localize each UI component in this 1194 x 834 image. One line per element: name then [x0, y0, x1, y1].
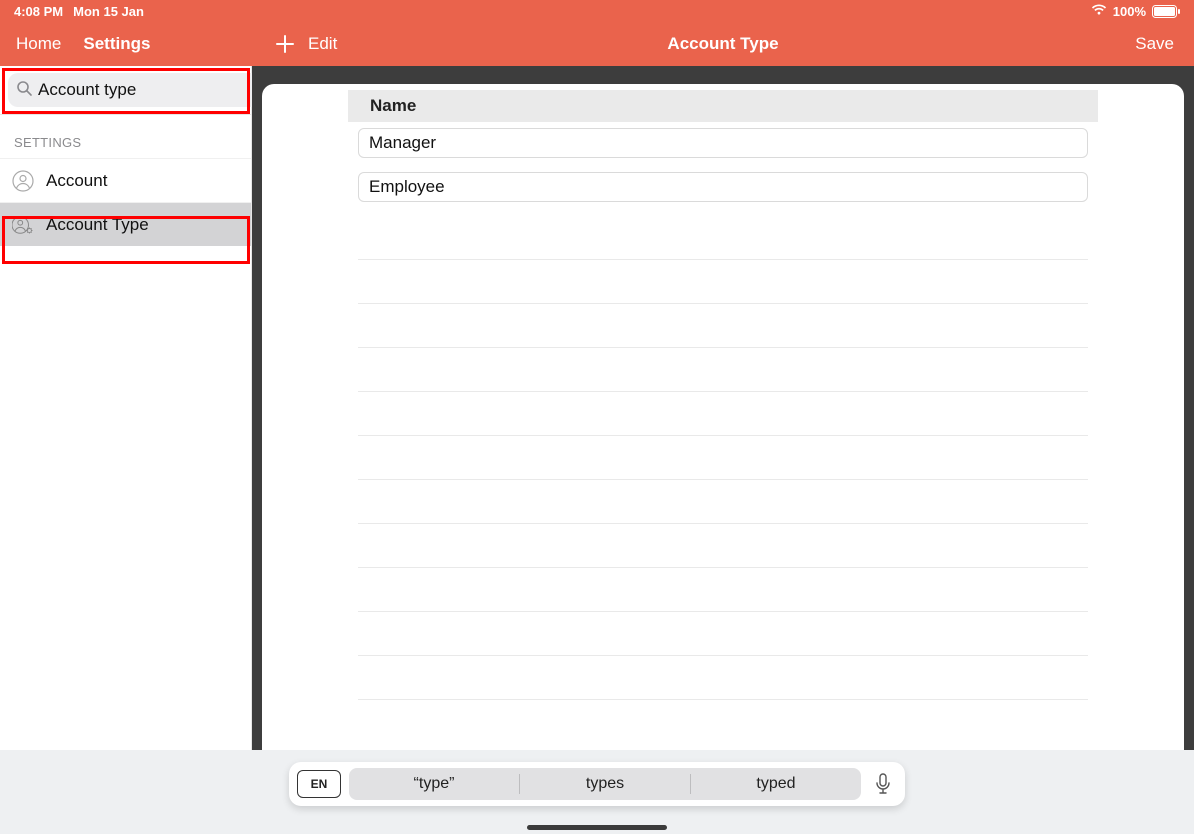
keyboard-bar: EN “type” types typed — [0, 750, 1194, 834]
account-type-row-0[interactable] — [358, 128, 1088, 158]
settings-link[interactable]: Settings — [83, 34, 150, 54]
empty-row — [358, 392, 1088, 436]
plus-icon[interactable] — [274, 33, 296, 55]
sidebar-item-label: Account — [46, 171, 107, 191]
empty-row — [358, 216, 1088, 260]
status-bar: 4:08 PM Mon 15 Jan 100% — [0, 0, 1194, 22]
empty-row — [358, 568, 1088, 612]
search-icon — [16, 80, 32, 101]
edit-button[interactable]: Edit — [308, 34, 337, 54]
empty-row — [358, 656, 1088, 700]
microphone-icon[interactable] — [861, 773, 905, 795]
empty-row — [358, 436, 1088, 480]
empty-row — [358, 348, 1088, 392]
empty-row — [358, 480, 1088, 524]
empty-row — [358, 524, 1088, 568]
status-time: 4:08 PM — [14, 4, 63, 19]
status-date: Mon 15 Jan — [73, 4, 144, 19]
header-bar: Home Settings Edit Account Type Save — [0, 22, 1194, 66]
column-header: Name — [348, 90, 1098, 122]
account-type-row-1[interactable] — [358, 172, 1088, 202]
save-button[interactable]: Save — [1135, 34, 1174, 54]
battery-percent: 100% — [1113, 4, 1146, 19]
empty-row — [358, 304, 1088, 348]
search-field[interactable] — [8, 73, 293, 107]
sidebar-item-account[interactable]: Account — [0, 158, 251, 202]
sidebar-item-label: Account Type — [46, 215, 149, 235]
sidebar-item-account-type[interactable]: Account Type — [0, 202, 251, 246]
search-input[interactable] — [38, 80, 259, 100]
battery-icon — [1152, 5, 1180, 18]
suggestion-1[interactable]: types — [520, 775, 690, 793]
page-title: Account Type — [667, 34, 778, 54]
suggestion-0[interactable]: “type” — [349, 775, 519, 793]
home-indicator[interactable] — [527, 825, 667, 830]
empty-row — [358, 612, 1088, 656]
keyboard-language-button[interactable]: EN — [297, 770, 341, 798]
main-content: Name — [252, 66, 1194, 834]
person-icon — [12, 170, 34, 192]
person-gear-icon — [12, 214, 34, 236]
empty-row — [358, 260, 1088, 304]
wifi-icon — [1091, 4, 1107, 19]
suggestion-strip: “type” types typed — [349, 768, 861, 800]
content-panel: Name — [262, 84, 1184, 834]
sidebar-section-header: SETTINGS — [0, 115, 251, 158]
home-link[interactable]: Home — [16, 34, 61, 54]
suggestion-2[interactable]: typed — [691, 775, 861, 793]
sidebar: Cancel SETTINGS Account Account Type — [0, 66, 252, 834]
